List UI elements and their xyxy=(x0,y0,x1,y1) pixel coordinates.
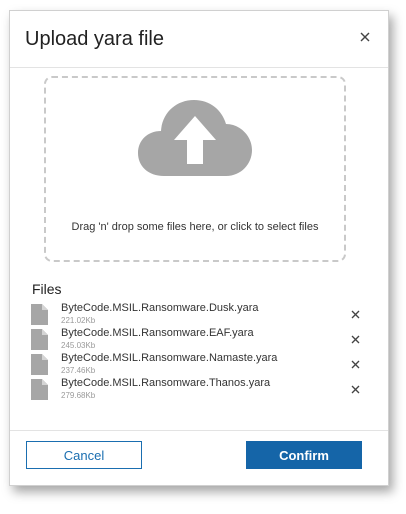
file-icon xyxy=(31,379,48,400)
file-list-item: ByteCode.MSIL.Ransomware.Thanos.yara 279… xyxy=(31,377,371,402)
confirm-button[interactable]: Confirm xyxy=(246,441,362,469)
file-list-item: ByteCode.MSIL.Ransomware.Dusk.yara 221.0… xyxy=(31,302,371,327)
upload-yara-dialog: Upload yara file Drag 'n' drop some file… xyxy=(9,10,389,486)
close-icon xyxy=(360,32,370,42)
cancel-button[interactable]: Cancel xyxy=(26,441,142,469)
close-icon xyxy=(351,310,359,318)
files-heading: Files xyxy=(32,281,62,297)
file-dropzone[interactable]: Drag 'n' drop some files here, or click … xyxy=(44,76,346,262)
file-name: ByteCode.MSIL.Ransomware.EAF.yara xyxy=(61,327,254,339)
close-button[interactable] xyxy=(356,28,374,46)
close-icon xyxy=(351,360,359,368)
dialog-footer: Cancel Confirm xyxy=(10,430,388,487)
file-name: ByteCode.MSIL.Ransomware.Namaste.yara xyxy=(61,352,278,364)
remove-file-button[interactable] xyxy=(349,383,361,395)
file-name: ByteCode.MSIL.Ransomware.Thanos.yara xyxy=(61,377,271,389)
dialog-header: Upload yara file xyxy=(10,11,388,68)
file-size: 279.68Kb xyxy=(61,391,96,400)
file-size: 221.02Kb xyxy=(61,316,96,325)
dropzone-instructions: Drag 'n' drop some files here, or click … xyxy=(71,221,319,233)
close-icon xyxy=(351,385,359,393)
file-list-item: ByteCode.MSIL.Ransomware.Namaste.yara 23… xyxy=(31,352,371,377)
remove-file-button[interactable] xyxy=(349,308,361,320)
file-icon xyxy=(31,304,48,325)
dialog-title: Upload yara file xyxy=(25,28,164,50)
remove-file-button[interactable] xyxy=(349,358,361,370)
cloud-upload-icon xyxy=(138,100,252,176)
file-icon xyxy=(31,329,48,350)
file-list-item: ByteCode.MSIL.Ransomware.EAF.yara 245.03… xyxy=(31,327,371,352)
remove-file-button[interactable] xyxy=(349,333,361,345)
file-icon xyxy=(31,354,48,375)
file-list: ByteCode.MSIL.Ransomware.Dusk.yara 221.0… xyxy=(31,302,371,402)
file-size: 245.03Kb xyxy=(61,341,96,350)
file-size: 237.46Kb xyxy=(61,366,96,375)
file-name: ByteCode.MSIL.Ransomware.Dusk.yara xyxy=(61,302,259,314)
close-icon xyxy=(351,335,359,343)
